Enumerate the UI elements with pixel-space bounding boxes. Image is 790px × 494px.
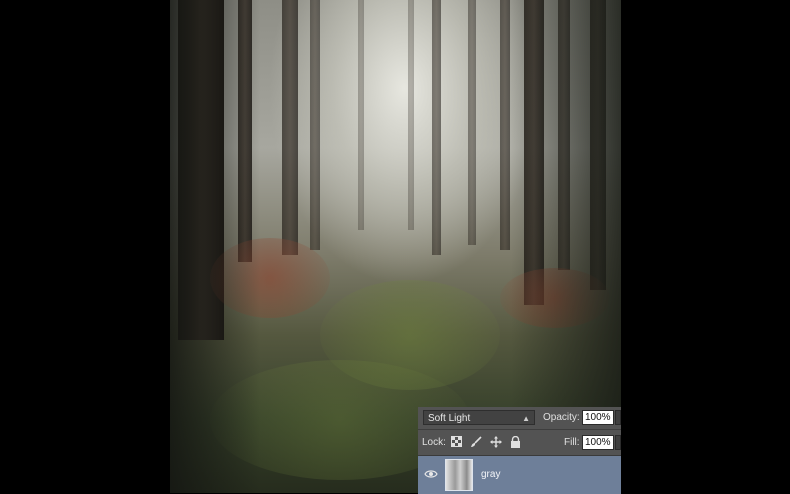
tree-trunk xyxy=(282,0,298,255)
layers-panel: Soft Light ▲ Opacity: 100% Lock: Fill: 1… xyxy=(418,407,621,494)
vignette xyxy=(170,0,260,493)
lock-position-icon[interactable] xyxy=(490,436,502,448)
tree-trunk xyxy=(310,0,320,250)
lock-label: Lock: xyxy=(422,437,446,448)
fill-value: 100% xyxy=(585,437,611,448)
opacity-value: 100% xyxy=(585,412,611,423)
layer-thumbnail[interactable] xyxy=(445,459,473,491)
opacity-slider-toggle[interactable] xyxy=(615,410,621,425)
tree-trunk xyxy=(468,0,476,245)
blend-mode-select[interactable]: Soft Light ▲ xyxy=(423,410,535,425)
lock-transparent-pixels-icon[interactable] xyxy=(451,436,463,448)
lock-row: Lock: Fill: 100% xyxy=(418,429,621,455)
visibility-eye-icon[interactable] xyxy=(424,468,438,480)
tree-trunk xyxy=(500,0,510,250)
layer-name[interactable]: gray xyxy=(481,469,500,480)
dropdown-arrow-icon: ▲ xyxy=(522,414,530,423)
opacity-label: Opacity: xyxy=(543,412,580,423)
blend-mode-value: Soft Light xyxy=(428,413,471,424)
fill-slider-toggle[interactable] xyxy=(615,435,621,450)
layer-row[interactable]: gray xyxy=(418,455,621,494)
lock-image-pixels-icon[interactable] xyxy=(470,436,482,448)
blend-row: Soft Light ▲ Opacity: 100% xyxy=(418,407,621,429)
opacity-input[interactable]: 100% xyxy=(582,410,614,425)
tree-trunk xyxy=(408,0,414,230)
fill-label: Fill: xyxy=(564,437,580,448)
tree-trunk xyxy=(358,0,364,230)
fill-input[interactable]: 100% xyxy=(582,435,614,450)
lock-all-icon[interactable] xyxy=(510,436,522,448)
tree-trunk xyxy=(432,0,441,255)
